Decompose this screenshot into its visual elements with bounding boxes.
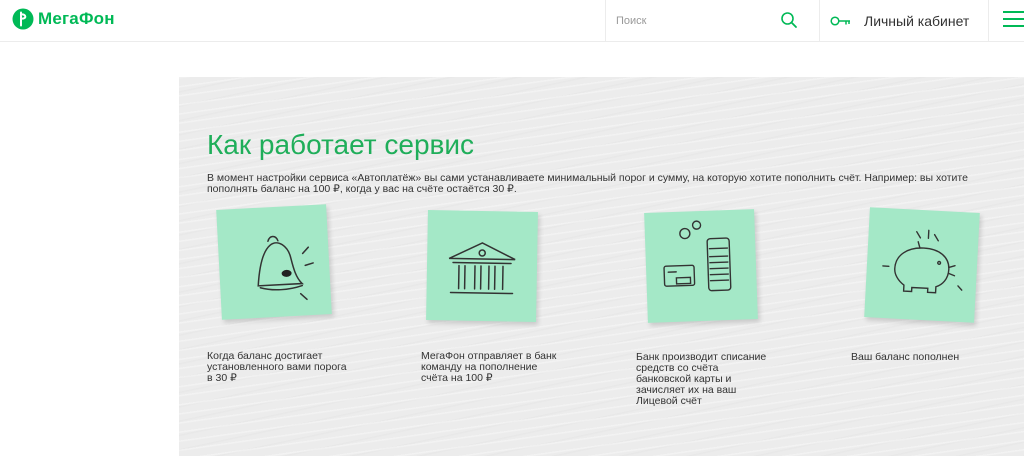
logo-text: МегаФон — [38, 9, 115, 28]
step-text: Когда баланс достигает установленного ва… — [207, 350, 347, 384]
step-note — [426, 210, 538, 322]
step-text: Ваш баланс пополнен — [851, 351, 960, 363]
menu-bar-icon — [1003, 11, 1024, 13]
key-icon — [830, 15, 850, 26]
bell-icon — [257, 235, 314, 301]
how-it-works-section: Как работает сервис В момент настройки с… — [179, 77, 1024, 456]
personal-account-link[interactable]: Личный кабинет — [830, 0, 969, 41]
search-input[interactable] — [614, 10, 778, 32]
menu-button[interactable] — [988, 0, 1024, 41]
section-title: Как работает сервис — [207, 129, 475, 160]
piggy-bank-icon — [882, 229, 963, 294]
header: МегаФон Личный кабинет — [0, 0, 1024, 42]
megafon-logo-icon — [12, 8, 34, 30]
step-note — [864, 207, 980, 323]
bank-icon — [448, 242, 516, 295]
menu-bar-icon — [1003, 25, 1024, 27]
step-note — [644, 209, 758, 323]
step-text: МегаФон отправляет в банк команду на поп… — [421, 350, 557, 384]
step-note — [216, 204, 332, 320]
step-text: Банк производит списание средств со счёт… — [636, 351, 767, 407]
menu-bar-icon — [1003, 18, 1024, 20]
section-description: В момент настройки сервиса «Автоплатёж» … — [207, 172, 968, 195]
account-label: Личный кабинет — [864, 12, 970, 29]
search-icon[interactable] — [780, 11, 798, 29]
megafon-logo[interactable]: МегаФон — [12, 8, 115, 30]
card-coins-icon — [663, 220, 732, 292]
